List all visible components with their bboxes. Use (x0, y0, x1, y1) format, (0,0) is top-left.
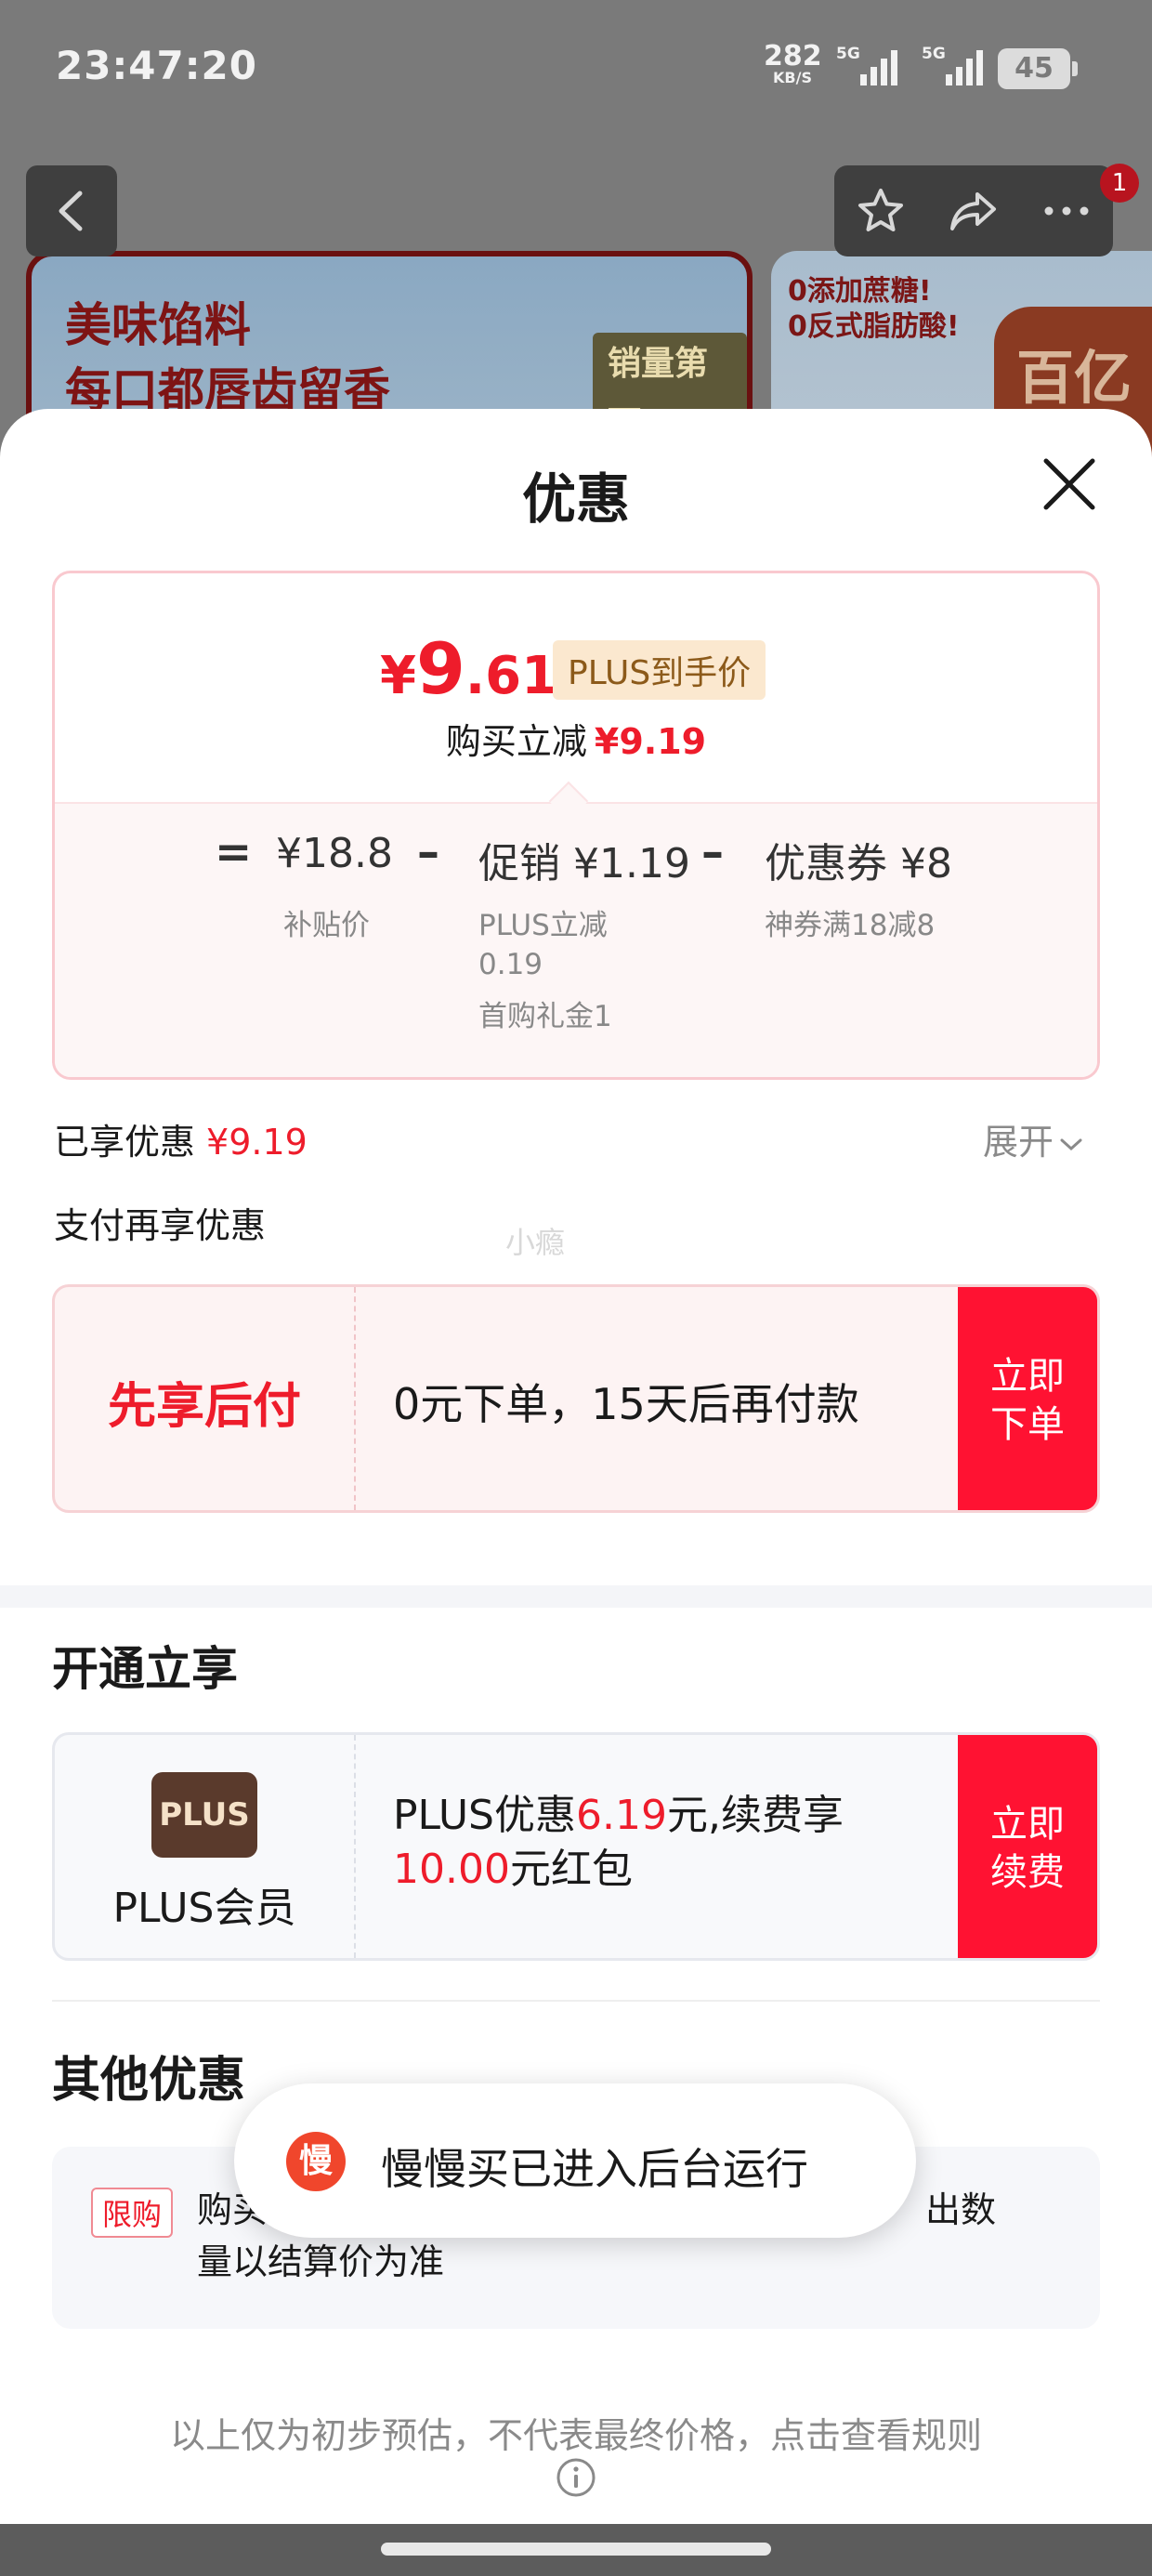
app-logo-icon: 慢 (286, 2132, 346, 2191)
final-price-dec: .61 (465, 646, 558, 706)
signal-2-icon: 5G (922, 45, 988, 89)
equals-sign: = (215, 826, 253, 878)
bnpl-description: 0元下单，15天后再付款 (393, 1379, 859, 1429)
more-dots-icon (1044, 206, 1089, 216)
share-icon (950, 192, 996, 230)
discount-sheet: 优惠 ¥9.61 PLUS到手价 购买立减 ¥9.19 = ¥18.8 补贴价 –… (0, 409, 1152, 2528)
plus-desc-part-e: 元红包 (509, 1846, 633, 1893)
enjoyed-value: ¥9.19 (206, 1122, 308, 1163)
plus-member-name: PLUS会员 (112, 1885, 296, 1932)
promo-detail-2: 0.19 (478, 948, 543, 981)
background-run-toast: 慢 慢慢买已进入后台运行 (234, 2083, 916, 2238)
price-breakdown-card: ¥9.61 PLUS到手价 购买立减 ¥9.19 = ¥18.8 补贴价 – 促销… (52, 571, 1100, 1080)
plus-desc-discount: 6.19 (576, 1792, 667, 1839)
signal-1-icon: 5G (836, 45, 903, 89)
renew-now-line-2: 续费 (990, 1851, 1065, 1894)
signal-2-tag: 5G (922, 45, 946, 63)
system-nav-bar (0, 2524, 1152, 2576)
limit-text-end: 出数 (924, 2189, 996, 2230)
reduce-value: ¥9.19 (594, 721, 707, 762)
network-speed: 282 KB/S (764, 40, 822, 86)
sheet-title: 优惠 (521, 467, 630, 531)
final-price-currency: ¥ (380, 646, 416, 706)
reduce-line: 购买立减 ¥9.19 (55, 713, 1097, 764)
bnpl-title: 先享后付 (107, 1379, 301, 1435)
battery-level: 45 (1015, 52, 1054, 85)
renew-now-button[interactable]: 立即 续费 (958, 1735, 1097, 1958)
subsidy-price-label: 补贴价 (283, 909, 370, 942)
renew-now-line-1: 立即 (990, 1803, 1065, 1846)
plus-brand-area: PLUS PLUS会员 (55, 1735, 356, 1958)
chevron-left-icon (59, 191, 83, 231)
coupon-detail: 神券满18减8 (765, 909, 936, 942)
order-now-line-1: 立即 (990, 1355, 1065, 1398)
plus-offer-card[interactable]: PLUS PLUS会员 PLUS优惠6.19元,续费享 10.00元红包 立即 续… (52, 1732, 1100, 1961)
enjoyed-label: 已享优惠 (54, 1122, 196, 1163)
pay-discount-title: 支付再享优惠 (54, 1205, 267, 1246)
open-section-title: 开通立享 (52, 1642, 238, 1696)
expand-label: 展开 (983, 1122, 1054, 1163)
reduce-label: 购买立减 (445, 721, 587, 762)
plus-desc-redpacket: 10.00 (393, 1846, 510, 1893)
banner-line-1: 美味馅料 (65, 298, 251, 352)
minus-sign-1: – (417, 826, 439, 878)
signal-1-tag: 5G (836, 45, 860, 63)
order-now-button[interactable]: 立即 下单 (958, 1287, 1097, 1510)
promo-value: 促销 ¥1.19 (478, 840, 690, 887)
expand-button[interactable]: 展开 (983, 1113, 1083, 1164)
bnpl-title-area: 先享后付 (55, 1287, 356, 1510)
bnpl-offer-card[interactable]: 先享后付 0元下单，15天后再付款 立即 下单 (52, 1284, 1100, 1513)
more-button[interactable] (1020, 165, 1113, 256)
limit-tag: 限购 (91, 2188, 174, 2238)
promo-detail-1: PLUS立减 (478, 909, 608, 942)
network-speed-value: 282 (764, 40, 822, 72)
network-speed-unit: KB/S (773, 69, 812, 86)
chevron-down-icon (1060, 1138, 1082, 1150)
notification-badge: 1 (1100, 164, 1139, 203)
other-discount-title: 其他优惠 (52, 2053, 246, 2109)
close-icon (1043, 458, 1095, 510)
battery-icon: 45 (998, 48, 1078, 89)
plus-logo: PLUS (151, 1772, 257, 1858)
info-icon[interactable] (556, 2457, 596, 2498)
watermark: 小瘾 (505, 1225, 566, 1260)
subsidy-price: ¥18.8 (276, 830, 393, 877)
enjoyed-discount: 已享优惠 ¥9.19 (54, 1113, 308, 1164)
top-action-group (834, 165, 1113, 256)
coupon-value: 优惠券 ¥8 (765, 840, 952, 887)
order-now-line-2: 下单 (990, 1403, 1065, 1446)
plus-desc-part-c: 元,续费享 (666, 1792, 844, 1839)
section-divider (0, 1585, 1152, 1608)
close-button[interactable] (1039, 453, 1100, 515)
status-bar: 23:47:20 282 KB/S 5G 5G 45 (0, 0, 1152, 139)
plus-price-tag: PLUS到手价 (553, 640, 766, 700)
status-time: 23:47:20 (56, 43, 257, 88)
footer-note[interactable]: 以上仅为初步预估，不代表最终价格，点击查看规则 (0, 2407, 1152, 2458)
promo-detail-3: 首购礼金1 (478, 1000, 612, 1033)
divider-line (52, 2000, 1100, 2002)
limit-text-line-2: 量以结算价为准 (197, 2241, 445, 2282)
back-button[interactable] (26, 165, 117, 256)
minus-sign-2: – (701, 826, 724, 878)
plus-desc-part-a: PLUS优惠 (393, 1792, 576, 1839)
banner-side-line-2: 0反式脂肪酸! (788, 310, 960, 343)
star-icon (858, 189, 903, 231)
home-indicator[interactable] (381, 2543, 771, 2556)
final-price: ¥9.61 (380, 627, 557, 710)
favorite-button[interactable] (834, 165, 927, 256)
final-price-int: 9 (415, 627, 465, 710)
share-button[interactable] (927, 165, 1020, 256)
plus-offer-description: PLUS优惠6.19元,续费享 10.00元红包 (393, 1789, 932, 1897)
toast-text: 慢慢买已进入后台运行 (381, 2144, 808, 2194)
